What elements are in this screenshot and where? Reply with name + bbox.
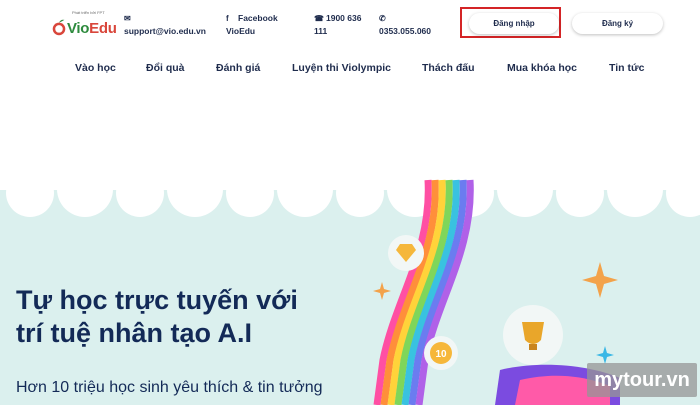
hotline-contact[interactable]: ☎ 1900 636 111 <box>314 12 361 38</box>
facebook-name: VioEdu <box>226 26 256 36</box>
nav-item-vao-hoc[interactable]: Vào học <box>75 62 116 74</box>
email-text: support@vio.edu.vn <box>124 26 206 36</box>
rainbow <box>373 179 474 405</box>
sparkle-icon <box>582 262 618 298</box>
mytour-watermark: mytour.vn <box>587 363 697 397</box>
blue-sparkle-icon <box>596 346 614 364</box>
badge-number: 10 <box>435 349 447 360</box>
nav-item-doi-qua[interactable]: Đổi quà <box>146 62 185 74</box>
apple-logo-icon <box>52 19 66 36</box>
hero-subtitle: Hơn 10 triệu học sinh yêu thích & tin tư… <box>16 379 323 396</box>
nav-item-tin-tuc[interactable]: Tin tức <box>609 62 644 74</box>
mobile-number: 0353.055.060 <box>379 26 431 36</box>
logo-wordmark: VioEdu <box>67 20 117 37</box>
nav-item-luyen-thi[interactable]: Luyện thi Violympic <box>292 62 391 74</box>
register-button[interactable]: Đăng ký <box>572 13 663 34</box>
vioedu-logo[interactable]: Phát triển bởi FPT VioEdu <box>50 10 120 40</box>
facebook-icon: f <box>226 14 229 23</box>
nav-item-danh-gia[interactable]: Đánh giá <box>216 62 260 74</box>
mail-icon: ✉ <box>124 14 131 23</box>
facebook-label: Facebook <box>238 13 278 23</box>
nav-item-mua-khoa-hoc[interactable]: Mua khóa học <box>507 62 577 74</box>
top-bar: Phát triển bởi FPT VioEdu ✉ support@vio.… <box>0 0 700 50</box>
email-contact[interactable]: ✉ support@vio.edu.vn <box>124 12 206 38</box>
hero-title-line2: trí tuệ nhân tạo A.I <box>16 318 252 348</box>
small-sparkle-icon <box>373 282 391 300</box>
login-button[interactable]: Đăng nhập <box>469 13 559 34</box>
mobile-contact[interactable]: ✆ 0353.055.060 <box>379 12 431 38</box>
hotline-line2: 111 <box>314 26 328 36</box>
phone-icon: ☎ <box>314 14 324 23</box>
hero-title: Tự học trực tuyến với trí tuệ nhân tạo A… <box>16 284 298 350</box>
nav-item-thach-dau[interactable]: Thách đấu <box>422 62 475 74</box>
facebook-contact[interactable]: f Facebook VioEdu <box>226 12 278 38</box>
main-nav: Vào học Đổi quà Đánh giá Luyện thi Violy… <box>0 62 700 76</box>
mobile-phone-icon: ✆ <box>379 14 386 23</box>
hero-title-line1: Tự học trực tuyến với <box>16 285 298 315</box>
hotline-line1: 1900 636 <box>326 13 362 23</box>
logo-tagline: Phát triển bởi FPT <box>72 10 105 15</box>
cloud-border <box>6 161 700 217</box>
